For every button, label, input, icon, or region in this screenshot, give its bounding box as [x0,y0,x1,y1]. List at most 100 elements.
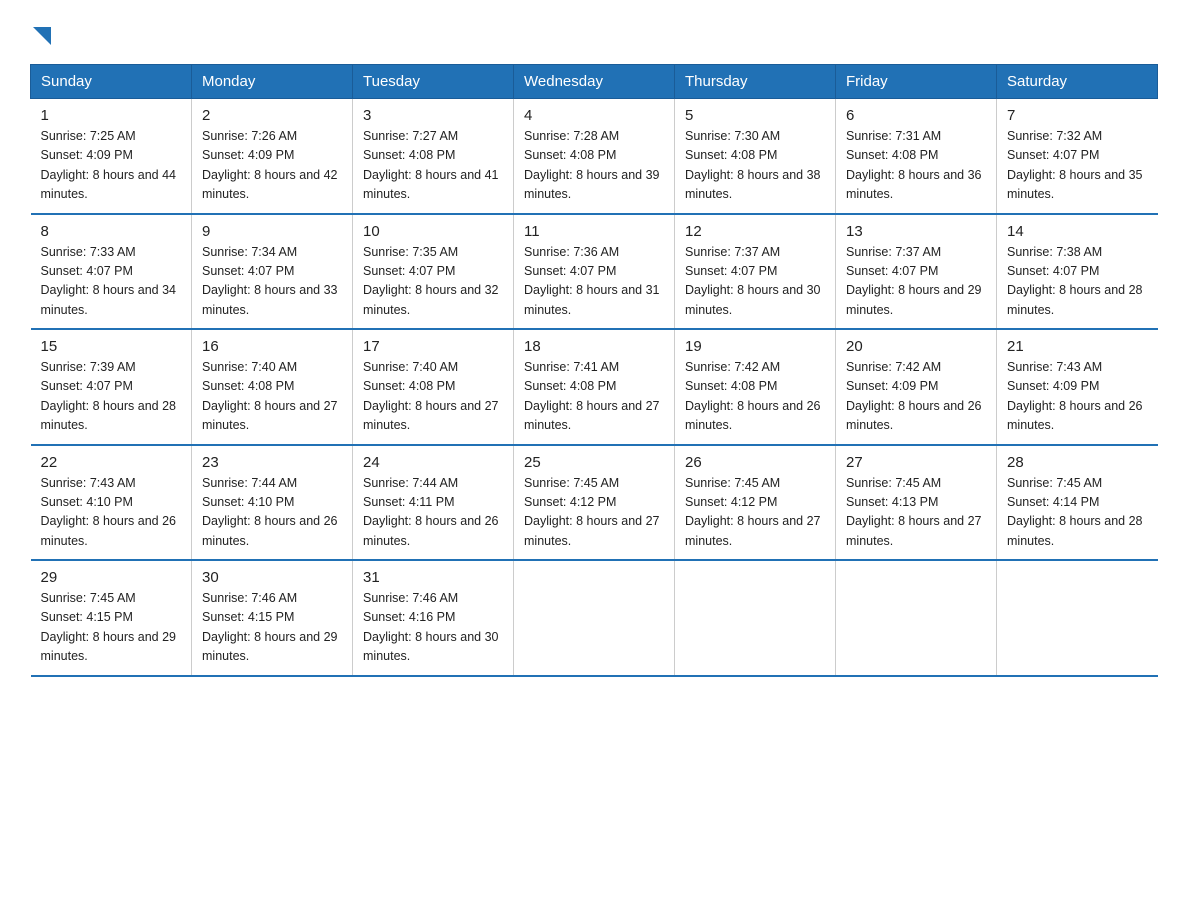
day-info: Sunrise: 7:43 AMSunset: 4:10 PMDaylight:… [41,474,182,552]
day-number: 18 [524,338,664,355]
day-cell-3: 3 Sunrise: 7:27 AMSunset: 4:08 PMDaylight… [353,99,514,214]
day-cell-4: 4Sunrise: 7:28 AMSunset: 4:08 PMDaylight… [514,99,675,214]
day-info: Sunrise: 7:46 AMSunset: 4:15 PMDaylight:… [202,589,342,667]
day-info: Sunrise: 7:38 AMSunset: 4:07 PMDaylight:… [1007,243,1148,321]
day-info: Sunrise: 7:43 AMSunset: 4:09 PMDaylight:… [1007,358,1148,436]
day-cell-27: 27Sunrise: 7:45 AMSunset: 4:13 PMDayligh… [836,445,997,561]
empty-cell [514,560,675,676]
day-number: 26 [685,454,825,471]
day-info: Sunrise: 7:40 AMSunset: 4:08 PMDaylight:… [202,358,342,436]
day-number: 6 [846,107,986,124]
day-number: 23 [202,454,342,471]
day-cell-30: 30 Sunrise: 7:46 AMSunset: 4:15 PMDayligh… [192,560,353,676]
day-cell-2: 2Sunrise: 7:26 AMSunset: 4:09 PMDaylight… [192,99,353,214]
day-info: Sunrise: 7:45 AMSunset: 4:12 PMDaylight:… [685,474,825,552]
day-cell-11: 11 Sunrise: 7:36 AMSunset: 4:07 PMDayligh… [514,214,675,330]
day-cell-19: 19 Sunrise: 7:42 AMSunset: 4:08 PMDayligh… [675,329,836,445]
day-info: Sunrise: 7:45 AMSunset: 4:14 PMDaylight:… [1007,474,1148,552]
day-info: Sunrise: 7:40 AMSunset: 4:08 PMDaylight:… [363,358,503,436]
day-cell-16: 16 Sunrise: 7:40 AMSunset: 4:08 PMDayligh… [192,329,353,445]
day-cell-5: 5 Sunrise: 7:30 AMSunset: 4:08 PMDaylight… [675,99,836,214]
day-info: Sunrise: 7:44 AMSunset: 4:11 PMDaylight:… [363,474,503,552]
calendar-header: SundayMondayTuesdayWednesdayThursdayFrid… [31,65,1158,99]
day-number: 10 [363,223,503,240]
col-header-saturday: Saturday [997,65,1158,99]
day-info: Sunrise: 7:34 AMSunset: 4:07 PMDaylight:… [202,243,342,321]
calendar-table: SundayMondayTuesdayWednesdayThursdayFrid… [30,64,1158,677]
day-cell-1: 1 Sunrise: 7:25 AMSunset: 4:09 PMDaylight… [31,99,192,214]
col-header-monday: Monday [192,65,353,99]
day-info: Sunrise: 7:36 AMSunset: 4:07 PMDaylight:… [524,243,664,321]
day-info: Sunrise: 7:33 AMSunset: 4:07 PMDaylight:… [41,243,182,321]
day-number: 9 [202,223,342,240]
day-info: Sunrise: 7:44 AMSunset: 4:10 PMDaylight:… [202,474,342,552]
day-number: 13 [846,223,986,240]
day-info: Sunrise: 7:28 AMSunset: 4:08 PMDaylight:… [524,127,664,205]
day-number: 5 [685,107,825,124]
day-info: Sunrise: 7:25 AMSunset: 4:09 PMDaylight:… [41,127,182,205]
day-cell-29: 29Sunrise: 7:45 AMSunset: 4:15 PMDayligh… [31,560,192,676]
day-cell-14: 14Sunrise: 7:38 AMSunset: 4:07 PMDayligh… [997,214,1158,330]
day-cell-9: 9 Sunrise: 7:34 AMSunset: 4:07 PMDaylight… [192,214,353,330]
week-row-3: 15 Sunrise: 7:39 AMSunset: 4:07 PMDayligh… [31,329,1158,445]
day-info: Sunrise: 7:42 AMSunset: 4:08 PMDaylight:… [685,358,825,436]
day-info: Sunrise: 7:37 AMSunset: 4:07 PMDaylight:… [846,243,986,321]
col-header-thursday: Thursday [675,65,836,99]
day-info: Sunrise: 7:30 AMSunset: 4:08 PMDaylight:… [685,127,825,205]
week-row-4: 22 Sunrise: 7:43 AMSunset: 4:10 PMDayligh… [31,445,1158,561]
day-info: Sunrise: 7:27 AMSunset: 4:08 PMDaylight:… [363,127,503,205]
day-number: 19 [685,338,825,355]
day-info: Sunrise: 7:45 AMSunset: 4:12 PMDaylight:… [524,474,664,552]
day-info: Sunrise: 7:39 AMSunset: 4:07 PMDaylight:… [41,358,182,436]
day-number: 17 [363,338,503,355]
day-number: 22 [41,454,182,471]
day-cell-24: 24 Sunrise: 7:44 AMSunset: 4:11 PMDayligh… [353,445,514,561]
day-number: 30 [202,569,342,586]
col-header-tuesday: Tuesday [353,65,514,99]
col-header-friday: Friday [836,65,997,99]
day-cell-26: 26 Sunrise: 7:45 AMSunset: 4:12 PMDayligh… [675,445,836,561]
day-number: 16 [202,338,342,355]
day-number: 24 [363,454,503,471]
page-header [30,20,1158,52]
day-number: 3 [363,107,503,124]
empty-cell [836,560,997,676]
day-info: Sunrise: 7:42 AMSunset: 4:09 PMDaylight:… [846,358,986,436]
day-info: Sunrise: 7:26 AMSunset: 4:09 PMDaylight:… [202,127,342,205]
day-number: 25 [524,454,664,471]
day-cell-23: 23 Sunrise: 7:44 AMSunset: 4:10 PMDayligh… [192,445,353,561]
logo-triangle-icon [33,27,51,45]
col-header-wednesday: Wednesday [514,65,675,99]
day-cell-31: 31 Sunrise: 7:46 AMSunset: 4:16 PMDayligh… [353,560,514,676]
day-number: 27 [846,454,986,471]
day-cell-28: 28Sunrise: 7:45 AMSunset: 4:14 PMDayligh… [997,445,1158,561]
empty-cell [675,560,836,676]
day-cell-20: 20Sunrise: 7:42 AMSunset: 4:09 PMDayligh… [836,329,997,445]
day-cell-17: 17 Sunrise: 7:40 AMSunset: 4:08 PMDayligh… [353,329,514,445]
day-info: Sunrise: 7:46 AMSunset: 4:16 PMDaylight:… [363,589,503,667]
day-cell-7: 7 Sunrise: 7:32 AMSunset: 4:07 PMDaylight… [997,99,1158,214]
empty-cell [997,560,1158,676]
col-header-sunday: Sunday [31,65,192,99]
logo [30,20,51,52]
day-info: Sunrise: 7:31 AMSunset: 4:08 PMDaylight:… [846,127,986,205]
day-cell-12: 12Sunrise: 7:37 AMSunset: 4:07 PMDayligh… [675,214,836,330]
day-number: 7 [1007,107,1148,124]
day-info: Sunrise: 7:41 AMSunset: 4:08 PMDaylight:… [524,358,664,436]
day-number: 11 [524,223,664,240]
day-cell-21: 21 Sunrise: 7:43 AMSunset: 4:09 PMDayligh… [997,329,1158,445]
day-info: Sunrise: 7:32 AMSunset: 4:07 PMDaylight:… [1007,127,1148,205]
day-number: 1 [41,107,182,124]
day-cell-22: 22 Sunrise: 7:43 AMSunset: 4:10 PMDayligh… [31,445,192,561]
day-cell-25: 25 Sunrise: 7:45 AMSunset: 4:12 PMDayligh… [514,445,675,561]
day-number: 15 [41,338,182,355]
day-cell-8: 8 Sunrise: 7:33 AMSunset: 4:07 PMDaylight… [31,214,192,330]
day-cell-6: 6 Sunrise: 7:31 AMSunset: 4:08 PMDaylight… [836,99,997,214]
day-number: 21 [1007,338,1148,355]
day-number: 31 [363,569,503,586]
day-cell-10: 10 Sunrise: 7:35 AMSunset: 4:07 PMDayligh… [353,214,514,330]
week-row-2: 8 Sunrise: 7:33 AMSunset: 4:07 PMDaylight… [31,214,1158,330]
day-info: Sunrise: 7:35 AMSunset: 4:07 PMDaylight:… [363,243,503,321]
week-row-5: 29Sunrise: 7:45 AMSunset: 4:15 PMDayligh… [31,560,1158,676]
day-number: 8 [41,223,182,240]
